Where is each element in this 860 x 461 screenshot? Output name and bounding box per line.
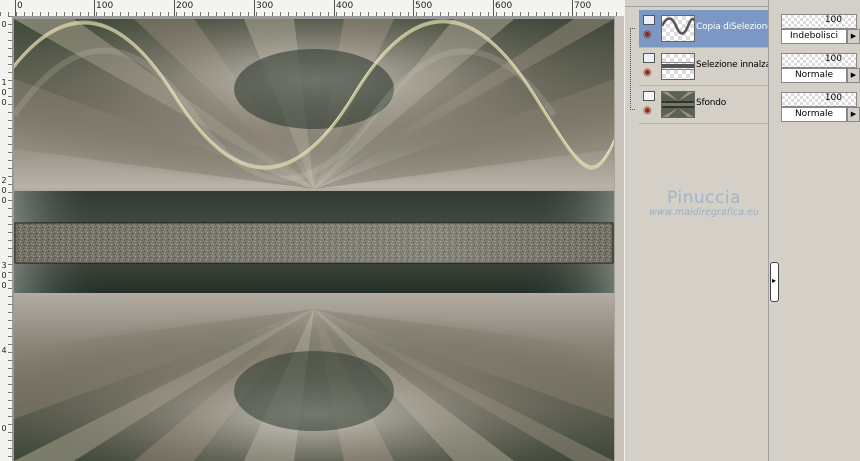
blend-mode-dropdown[interactable]: Normale <box>781 107 847 122</box>
opacity-slider[interactable]: 100 <box>781 53 857 68</box>
ruler-label: 200 <box>176 1 194 11</box>
ruler-label: 0 <box>17 1 23 11</box>
eye-icon[interactable]: ◉ <box>643 30 655 40</box>
eye-icon[interactable]: ◉ <box>643 68 655 78</box>
ruler-label: 1 <box>1 78 7 87</box>
ruler-label: 0 <box>1 424 7 433</box>
vector-layer-icon <box>643 15 655 25</box>
ruler-label: 0 <box>1 196 7 205</box>
ruler-label: 700 <box>574 1 592 11</box>
ruler-label: 400 <box>336 1 354 11</box>
ruler-label: 0 <box>1 98 7 107</box>
ruler-label: 500 <box>415 1 433 11</box>
layer-name: Sfondo <box>696 98 727 108</box>
raster-layer-icon <box>643 91 655 101</box>
ruler-label: 3 <box>1 261 7 270</box>
ruler-label: 0 <box>1 271 7 280</box>
opacity-value: 100 <box>824 93 842 103</box>
layer-thumbnail <box>661 15 695 42</box>
ruler-label: 0 <box>1 88 7 97</box>
watermark-url: www.maidiregrafica.eu <box>649 207 759 218</box>
opacity-value: 100 <box>824 54 842 64</box>
layer-properties-row: 100 Normale ▶ <box>781 80 860 122</box>
triangle-right-icon[interactable]: ▶ <box>847 107 860 122</box>
vector-layer-icon <box>643 53 655 63</box>
layer-group-bracket <box>630 28 635 110</box>
watermark-name: Pinuccia <box>667 188 741 208</box>
layer-thumbnail <box>661 53 695 80</box>
ruler-label: 600 <box>495 1 513 11</box>
watermark: Pinuccia www.maidiregrafica.eu <box>639 188 769 218</box>
artwork <box>14 19 614 461</box>
ruler-label: 2 <box>1 176 7 185</box>
layer-properties-row: 100 Normale ▶ <box>781 41 860 83</box>
opacity-slider[interactable]: 100 <box>781 14 857 29</box>
chevron-right-icon: ▸ <box>772 276 777 285</box>
splitter-handle[interactable]: ▸ <box>770 262 779 302</box>
ruler-label: 0 <box>1 281 7 290</box>
eye-icon[interactable]: ◉ <box>643 106 655 116</box>
layer-row-copia-diselezione[interactable]: ◉ Copia diSelezione <box>639 10 769 48</box>
ruler-label: 0 <box>1 20 7 29</box>
image-canvas[interactable] <box>14 19 614 461</box>
layer-row-sfondo[interactable]: ◉ Sfondo <box>639 86 769 124</box>
layer-properties-row: 100 Indebolisci ▶ <box>781 2 860 44</box>
opacity-slider[interactable]: 100 <box>781 92 857 107</box>
layer-name: Copia diSelezione <box>696 22 769 32</box>
opacity-value: 100 <box>824 15 842 25</box>
palette-splitter[interactable]: ▸ <box>768 0 779 461</box>
layer-thumbnail <box>661 91 695 118</box>
canvas-area[interactable] <box>12 16 624 461</box>
ruler-label: 100 <box>96 1 114 11</box>
layer-name: Selezione innalzata <box>696 60 769 70</box>
ruler-label: 300 <box>256 1 274 11</box>
ruler-label: 4 <box>1 346 7 355</box>
palette-toolbar <box>625 0 771 7</box>
layer-properties-column: 100 Indebolisci ▶ 100 Normale ▶ 100 Norm… <box>779 0 860 461</box>
layers-palette: ◉ Copia diSelezione ◉ Selezione innalzat… <box>624 0 771 461</box>
ruler-label: 0 <box>1 186 7 195</box>
layer-row-selezione-innalzata[interactable]: ◉ Selezione innalzata <box>639 48 769 86</box>
horizontal-ruler[interactable]: 0 100 200 300 400 500 600 700 <box>0 0 624 17</box>
